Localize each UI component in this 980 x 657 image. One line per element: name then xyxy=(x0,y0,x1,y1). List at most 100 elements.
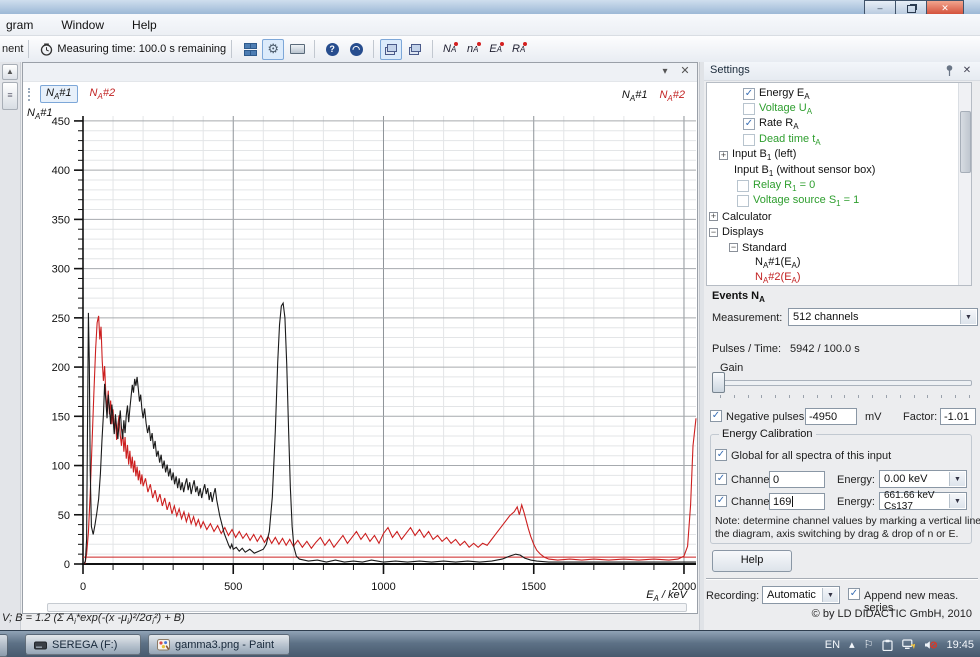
menu-item-window[interactable]: Window xyxy=(58,17,107,33)
append-checkbox[interactable]: ✓ xyxy=(848,588,860,600)
svg-text:450: 450 xyxy=(52,116,70,128)
network-icon[interactable] xyxy=(902,639,915,651)
tree-item[interactable]: −Standard xyxy=(707,240,971,255)
menu-item-help[interactable]: Help xyxy=(129,17,160,33)
toolbar-separator xyxy=(231,40,232,58)
tree-checkbox[interactable] xyxy=(743,103,755,115)
cassy-module-button-1[interactable] xyxy=(380,39,402,60)
measurement-value: 512 channels xyxy=(793,311,858,323)
channel2-input[interactable]: 169 xyxy=(769,493,825,510)
gain-slider-track[interactable] xyxy=(716,380,972,386)
volume-muted-icon[interactable] xyxy=(924,639,937,651)
energy1-label: Energy: xyxy=(837,474,875,486)
tree-item[interactable]: NA#1(EA) xyxy=(707,255,971,270)
recording-select[interactable]: Automatic ▼ xyxy=(762,586,840,604)
tree-item[interactable]: Voltage source S1 = 1 xyxy=(707,194,971,209)
tree-scrollbar[interactable] xyxy=(958,83,971,285)
scroll-up-icon[interactable]: ▲ xyxy=(2,64,18,80)
tree-item[interactable]: Dead time tA xyxy=(707,132,971,147)
quantity-button-RA[interactable]: RA xyxy=(508,40,529,59)
measurement-select[interactable]: 512 channels ▼ xyxy=(788,308,978,326)
help-button-toolbar[interactable]: ? xyxy=(321,39,343,60)
quantity-button-EA[interactable]: EA xyxy=(485,40,506,59)
tree-expand-icon[interactable]: + xyxy=(709,212,718,221)
layout-grid-button[interactable] xyxy=(238,39,260,60)
measuring-time-label: Measuring time: 100.0 s remaining xyxy=(57,43,226,55)
tree-checkbox[interactable]: ✓ xyxy=(743,118,755,130)
channel2-checkbox[interactable]: ✓ xyxy=(715,495,727,507)
gain-slider-thumb[interactable] xyxy=(712,372,725,393)
tree-item[interactable]: ✓Energy EA xyxy=(707,86,971,101)
diagram-plot[interactable]: 0501001502002503003504004500500100015002… xyxy=(23,109,697,615)
copyright-text: © by LD DIDACTIC GmbH, 2010 xyxy=(812,608,972,620)
energy1-select[interactable]: 0.00 keV ▼ xyxy=(879,470,967,488)
diagram-menu-button[interactable]: ▾ xyxy=(657,64,673,79)
pin-icon[interactable] xyxy=(943,64,956,77)
tree-checkbox[interactable] xyxy=(737,180,749,192)
tree-checkbox[interactable]: ✓ xyxy=(743,88,755,100)
x-axis-label[interactable]: EA / keV xyxy=(646,589,687,603)
language-indicator[interactable]: EN xyxy=(825,639,840,651)
legend-entry-NA1[interactable]: NA#1 xyxy=(622,89,648,103)
clipboard-icon[interactable] xyxy=(882,639,893,651)
energy2-select[interactable]: 661.66 keV Cs137 ▼ xyxy=(879,492,967,510)
tree-item[interactable]: Input B1 (without sensor box) xyxy=(707,163,971,178)
tab-drag-grip[interactable] xyxy=(28,88,33,101)
channel1-checkbox[interactable]: ✓ xyxy=(715,473,727,485)
tree-item[interactable]: +Calculator xyxy=(707,209,971,224)
settings-gear-button[interactable]: ⚙ xyxy=(262,39,284,60)
global-calibration-checkbox[interactable]: ✓ xyxy=(715,449,727,461)
tree-item[interactable]: +Input B1 (left) xyxy=(707,148,971,163)
window-titlebar[interactable]: – ✕ xyxy=(0,0,980,15)
settings-close-icon[interactable]: ✕ xyxy=(960,63,974,78)
quantity-button-nA[interactable]: nA xyxy=(462,40,483,59)
tree-item-label: Voltage source S1 = 1 xyxy=(753,194,859,208)
action-center-flag-icon[interactable]: ⚐ xyxy=(864,638,874,651)
tab-NA1[interactable]: NA#1 xyxy=(40,85,78,103)
diagram-close-button[interactable]: ✕ xyxy=(677,64,693,79)
energy1-value: 0.00 keV xyxy=(884,473,927,485)
channel1-input[interactable]: 0 xyxy=(769,471,825,488)
fit-formula-status: V; B = 1.2 (Σ Ai*exp(-(x -μi)²/2σi²) + B… xyxy=(2,612,185,626)
negative-pulses-input[interactable]: -4950 xyxy=(805,408,857,425)
svg-text:400: 400 xyxy=(52,165,70,177)
menu-item-diagram[interactable]: gram xyxy=(3,17,36,33)
tree-item[interactable]: −Displays xyxy=(707,225,971,240)
tree-expand-icon[interactable]: + xyxy=(719,151,728,160)
negative-pulses-checkbox[interactable]: ✓ xyxy=(710,410,722,422)
tab-NA2[interactable]: NA#2 xyxy=(85,86,121,102)
display-button[interactable] xyxy=(286,39,308,60)
tree-item[interactable]: Relay R1 = 0 xyxy=(707,178,971,193)
tree-expand-icon[interactable]: − xyxy=(709,228,718,237)
taskbar-button-label: gamma3.png - Paint xyxy=(175,639,274,651)
chevron-down-icon: ▼ xyxy=(949,472,965,486)
tree-item[interactable]: ✓ Rate RA xyxy=(707,117,971,132)
quantity-button-NA[interactable]: NA xyxy=(439,40,460,59)
quantity-sub: A xyxy=(451,45,456,54)
taskbar-button-serega[interactable]: SEREGA (F:) xyxy=(25,634,141,655)
tree-expand-icon[interactable]: − xyxy=(729,243,738,252)
calibration-note-line1: Note: determine channel values by markin… xyxy=(715,515,980,527)
info-icon: ◠ xyxy=(350,43,363,56)
recording-value: Automatic xyxy=(767,589,816,601)
taskbar-button-paint[interactable]: gamma3.png - Paint xyxy=(148,634,290,655)
tree-item-label: Rate RA xyxy=(759,117,799,131)
tree-checkbox[interactable] xyxy=(737,195,749,207)
clock-time[interactable]: 19:45 xyxy=(946,639,974,651)
tree-item[interactable]: Voltage UA xyxy=(707,101,971,116)
svg-text:1500: 1500 xyxy=(521,581,545,593)
help-button[interactable]: Help xyxy=(712,550,792,572)
cassy-module-button-2[interactable] xyxy=(404,39,426,60)
legend-entry-NA2[interactable]: NA#2 xyxy=(659,89,685,103)
drive-icon xyxy=(34,640,47,650)
dock-grip[interactable]: ≡ xyxy=(2,82,18,110)
taskbar-button-partial[interactable] xyxy=(0,634,8,657)
svg-text:250: 250 xyxy=(52,313,70,325)
diagram-hscrollbar[interactable] xyxy=(47,603,687,612)
info-button[interactable]: ◠ xyxy=(345,39,367,60)
tree-scroll-thumb[interactable] xyxy=(960,111,971,173)
tray-expand-icon[interactable]: ▴ xyxy=(849,638,855,651)
factor-input[interactable]: -1.01 xyxy=(940,408,976,425)
tree-checkbox[interactable] xyxy=(743,134,755,146)
tree-item[interactable]: NA#2(EA) xyxy=(707,271,971,286)
